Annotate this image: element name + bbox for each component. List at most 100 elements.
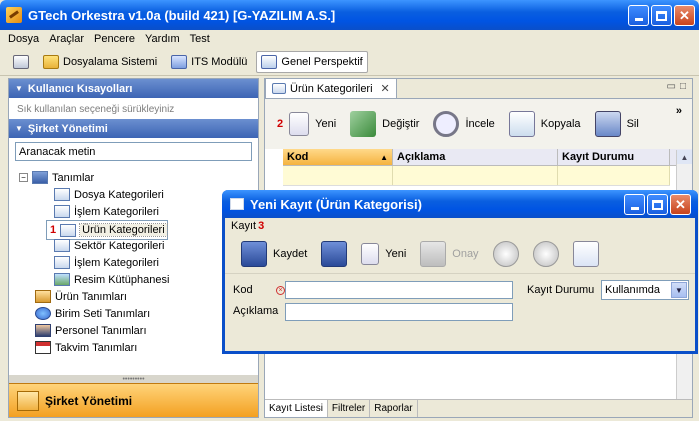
- list-icon: [54, 239, 70, 252]
- navigation-tree: − Tanımlar Dosya Kategorileri İşlem Kate…: [9, 167, 258, 367]
- column-aciklama[interactable]: Açıklama: [393, 149, 558, 165]
- panel-minimize-button[interactable]: ▭: [667, 81, 676, 92]
- dialog-title: Yeni Kayıt (Ürün Kategorisi): [250, 196, 422, 212]
- incele-button[interactable]: İncele: [433, 111, 495, 137]
- tree-node-takvim-tanimlari[interactable]: Takvim Tanımları: [35, 339, 137, 356]
- tree-node-personel-tanimlari[interactable]: Personel Tanımları: [35, 322, 147, 339]
- toolbar-genel-perspektif[interactable]: Genel Perspektif: [256, 50, 368, 73]
- kopyala-button[interactable]: Kopyala: [508, 111, 581, 137]
- tree-node-dosya-kategorileri[interactable]: Dosya Kategorileri: [54, 186, 164, 203]
- kod-label: Kod: [233, 284, 253, 296]
- panel-resize-grip[interactable]: •••••••••: [9, 375, 258, 383]
- panel-maximize-button[interactable]: □: [680, 81, 686, 92]
- save-and-new-button[interactable]: [321, 240, 348, 267]
- tree-node-islem-kategorileri-2[interactable]: İşlem Kategorileri: [54, 254, 159, 271]
- close-button[interactable]: ✕: [674, 5, 695, 26]
- person-icon: [35, 324, 51, 337]
- list-icon: [54, 256, 70, 269]
- company-icon: [17, 390, 39, 411]
- section-title: Şirket Yönetimi: [27, 122, 108, 135]
- dialog-menubar: Kayıt 3: [225, 218, 695, 234]
- toolbar-label: ITS Modülü: [191, 55, 248, 68]
- list-icon: [54, 188, 70, 201]
- toolbar-its-modulu[interactable]: ITS Modülü: [166, 51, 252, 73]
- menu-kayit[interactable]: Kayıt: [231, 220, 256, 232]
- menu-yardim[interactable]: Yardım: [141, 33, 186, 45]
- arrow-down-icon: [532, 240, 559, 267]
- close-tab-icon[interactable]: ✕: [381, 82, 390, 95]
- chevron-down-icon[interactable]: ▼: [671, 282, 687, 298]
- tree-node-resim-kutuphanesi[interactable]: Resim Kütüphanesi: [54, 271, 169, 288]
- kayit-durumu-label: Kayıt Durumu: [527, 284, 595, 296]
- yeni-button[interactable]: 2 Yeni: [277, 112, 336, 136]
- tree-node-sektor-kategorileri[interactable]: Sektör Kategorileri: [54, 237, 165, 254]
- dialog-minimize-button[interactable]: [624, 194, 645, 215]
- maximize-button[interactable]: [651, 5, 672, 26]
- toolbar-dosyalama-sistemi[interactable]: Dosyalama Sistemi: [38, 51, 162, 73]
- table-cell[interactable]: [393, 166, 558, 185]
- perspective-icon: [261, 54, 278, 69]
- menu-dosya[interactable]: Dosya: [4, 33, 45, 45]
- tree-label: Takvim Tanımları: [55, 341, 138, 354]
- degistir-button[interactable]: Değiştir: [350, 111, 419, 137]
- tree-node-islem-kategorileri[interactable]: İşlem Kategorileri: [54, 203, 159, 220]
- tree-node-urun-tanimlari[interactable]: Ürün Tanımları: [35, 288, 127, 305]
- tab-raporlar[interactable]: Raporlar: [370, 400, 418, 417]
- edit-icon: [350, 111, 377, 137]
- section-sirket-yonetimi[interactable]: ▼ Şirket Yönetimi: [9, 119, 258, 138]
- column-kayit-durumu[interactable]: Kayıt Durumu: [558, 149, 670, 165]
- new-document-icon: [289, 112, 310, 136]
- kaydet-button[interactable]: Kaydet: [241, 240, 307, 267]
- tree-label: Ürün Kategorileri: [79, 223, 168, 237]
- dialog-yeni-button[interactable]: Yeni: [361, 242, 406, 265]
- previous-record-button[interactable]: [492, 240, 519, 267]
- kayit-durumu-select[interactable]: Kullanımda ▼: [601, 280, 689, 300]
- tab-filtreler[interactable]: Filtreler: [328, 400, 371, 417]
- sort-ascending-icon: ▲: [380, 152, 388, 162]
- checklist-button[interactable]: [572, 240, 599, 267]
- column-kod[interactable]: Kod ▲: [283, 149, 393, 165]
- editor-tabstrip: Ürün Kategorileri ✕: [265, 78, 692, 99]
- dialog-maximize-button[interactable]: [647, 194, 668, 215]
- scroll-up-icon[interactable]: ▲: [677, 150, 692, 164]
- section-kullanici-kisayollari[interactable]: ▼ Kullanıcı Kısayolları: [9, 79, 258, 98]
- collapse-tree-icon[interactable]: −: [19, 173, 28, 182]
- toolbar-overflow-icon[interactable]: »: [676, 105, 682, 117]
- select-value: Kullanımda: [605, 284, 661, 296]
- aciklama-input[interactable]: [285, 303, 513, 321]
- tab-urun-kategorileri[interactable]: Ürün Kategorileri ✕: [265, 78, 397, 98]
- minimize-button[interactable]: [628, 5, 649, 26]
- list-icon: [272, 83, 286, 94]
- onay-button[interactable]: Onay: [420, 240, 479, 267]
- shortcut-hint: Sık kullanılan seçeneği sürükleyiniz: [17, 104, 175, 115]
- column-label: Kod: [287, 151, 309, 163]
- delete-icon: [594, 111, 621, 137]
- new-perspective-button[interactable]: [8, 51, 34, 73]
- next-record-button[interactable]: [532, 240, 559, 267]
- column-label: Açıklama: [397, 151, 446, 163]
- window-title: GTech Orkestra v1.0a (build 421) [G-YAZI…: [28, 7, 336, 23]
- approve-icon: [420, 240, 447, 267]
- search-input[interactable]: Aranacak metin: [15, 142, 252, 161]
- tree-label: Birim Seti Tanımları: [55, 307, 151, 320]
- toolbar-label: Yeni: [315, 118, 337, 130]
- tree-node-tanimlar[interactable]: − Tanımlar: [19, 169, 94, 186]
- menu-pencere[interactable]: Pencere: [90, 33, 141, 45]
- kod-input[interactable]: [285, 281, 513, 299]
- units-icon: [35, 307, 51, 320]
- table-cell[interactable]: [283, 166, 393, 185]
- tree-node-birim-seti-tanimlari[interactable]: Birim Seti Tanımları: [35, 305, 150, 322]
- footer-sirket-yonetimi[interactable]: Şirket Yönetimi: [9, 383, 258, 417]
- magnifier-icon: [433, 111, 460, 137]
- collapse-icon: ▼: [15, 84, 23, 93]
- tab-kayit-listesi[interactable]: Kayıt Listesi: [265, 400, 328, 417]
- table-row[interactable]: [283, 166, 670, 186]
- menu-test[interactable]: Test: [186, 33, 216, 45]
- toolbar-label: Dosyalama Sistemi: [63, 55, 158, 68]
- sil-button[interactable]: Sil: [594, 111, 639, 137]
- table-cell[interactable]: [558, 166, 670, 185]
- dialog-close-button[interactable]: ✕: [670, 194, 691, 215]
- menu-araclar[interactable]: Araçlar: [45, 33, 90, 45]
- calendar-icon: [35, 341, 51, 354]
- form-icon: [230, 198, 244, 210]
